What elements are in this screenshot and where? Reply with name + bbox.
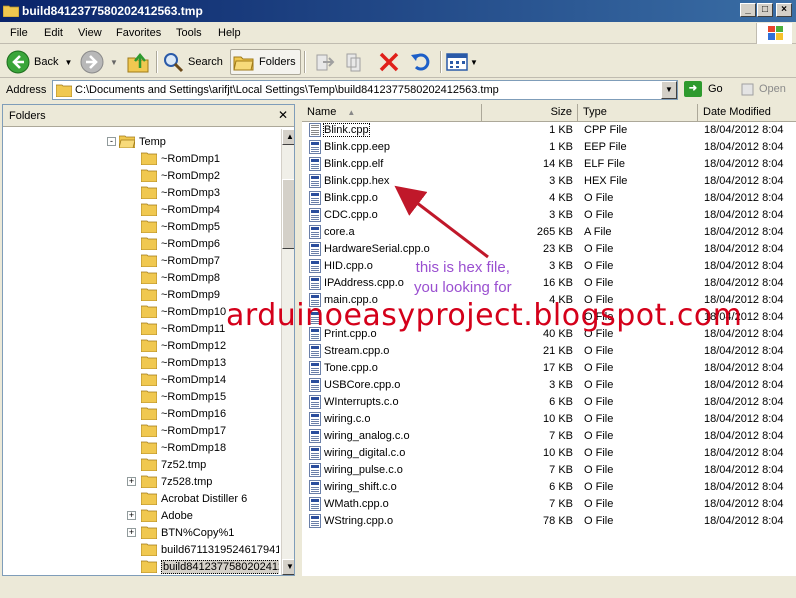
hex-file-annotation: this is hex file, you looking for [414,259,512,296]
blog-watermark: arduinoeasyproject.blogspot.com [226,298,743,333]
